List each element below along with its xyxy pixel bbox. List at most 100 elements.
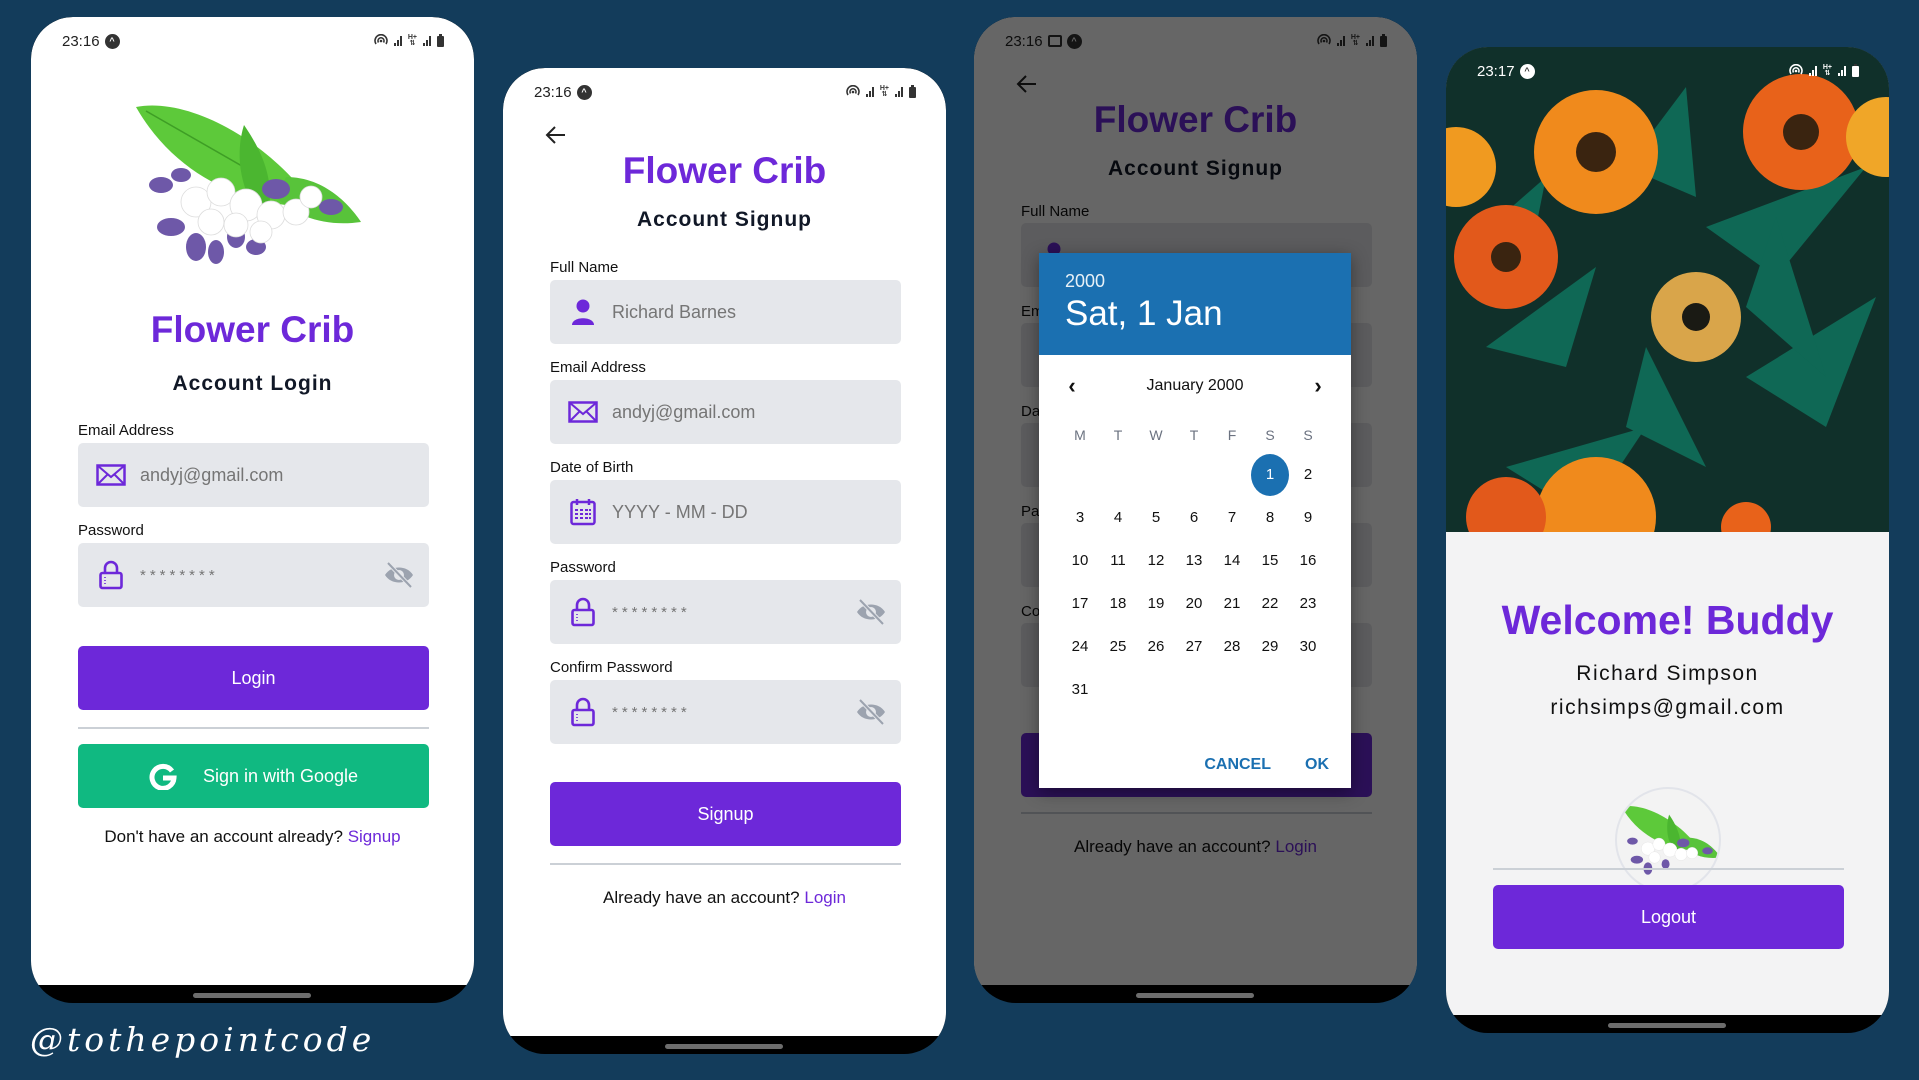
app-notification-icon: ^ (104, 33, 120, 49)
calendar-day[interactable]: 13 (1175, 539, 1213, 582)
calendar-day-number: 23 (1299, 595, 1317, 612)
calendar-day-number: 21 (1223, 595, 1241, 612)
next-month-icon[interactable]: › (1305, 373, 1331, 399)
calendar-day[interactable]: 30 (1289, 625, 1327, 668)
email-input[interactable] (612, 401, 901, 423)
email-input[interactable] (140, 464, 429, 486)
calendar-day[interactable]: 22 (1251, 582, 1289, 625)
prev-month-icon[interactable]: ‹ (1059, 373, 1085, 399)
calendar-day[interactable]: 21 (1213, 582, 1251, 625)
divider (550, 863, 901, 865)
calendar-day-number: 4 (1113, 509, 1123, 526)
calendar-day[interactable]: 9 (1289, 496, 1327, 539)
weekday-header: T (1189, 427, 1199, 443)
welcome-screen: 23:17 ^ H+ ⇅ Welcome! Buddy Richard Simps… (1446, 47, 1889, 1015)
page-subtitle: Account Login (172, 372, 333, 395)
calendar-day-number: 8 (1265, 509, 1275, 526)
lock-icon (568, 597, 598, 627)
calendar-day[interactable]: 15 (1251, 539, 1289, 582)
calendar-day-number: 1 (1251, 453, 1289, 496)
back-arrow-icon[interactable] (543, 122, 569, 148)
signup-link[interactable]: Signup (348, 827, 401, 846)
avatar (1615, 787, 1721, 893)
page-subtitle: Account Signup (637, 208, 812, 231)
fullname-input[interactable] (612, 301, 901, 323)
calendar-day[interactable]: 14 (1213, 539, 1251, 582)
lock-icon (96, 560, 126, 590)
calendar-day-number: 17 (1071, 595, 1089, 612)
eye-off-icon[interactable] (855, 697, 887, 727)
calendar-day[interactable]: 18 (1099, 582, 1137, 625)
weekday-header: S (1303, 427, 1313, 443)
calendar-day[interactable]: 8 (1251, 496, 1289, 539)
email-label: Email Address (550, 359, 646, 376)
calendar-day[interactable]: 20 (1175, 582, 1213, 625)
hotspot-icon (846, 85, 860, 96)
fullname-field[interactable] (550, 280, 901, 344)
calendar-day[interactable]: 29 (1251, 625, 1289, 668)
selected-year[interactable]: 2000 (1065, 271, 1351, 292)
ok-button[interactable]: OK (1305, 756, 1329, 774)
calendar-day[interactable]: 25 (1099, 625, 1137, 668)
confirm-password-field[interactable] (550, 680, 901, 744)
dob-label: Date of Birth (550, 459, 634, 476)
signal-icon (1838, 66, 1846, 76)
calendar-day[interactable]: 4 (1099, 496, 1137, 539)
calendar-day[interactable]: 17 (1061, 582, 1099, 625)
data-hplus-icon: H+⇅ (879, 85, 889, 98)
login-button[interactable]: Login (78, 646, 429, 710)
calendar-day[interactable]: 26 (1137, 625, 1175, 668)
calendar-day[interactable]: 6 (1175, 496, 1213, 539)
calendar-day-number: 6 (1189, 509, 1199, 526)
cancel-button[interactable]: CANCEL (1204, 756, 1271, 774)
calendar-day-number: 11 (1110, 552, 1126, 569)
calendar-day[interactable]: 31 (1061, 668, 1099, 711)
login-link[interactable]: Login (804, 888, 846, 907)
google-icon (149, 763, 177, 790)
eye-off-icon[interactable] (855, 597, 887, 627)
signup-button[interactable]: Signup (550, 782, 901, 846)
logout-button[interactable]: Logout (1493, 885, 1844, 949)
dob-input[interactable] (612, 501, 901, 523)
eye-off-icon[interactable] (383, 560, 415, 590)
dob-field[interactable] (550, 480, 901, 544)
home-indicator[interactable] (1136, 993, 1254, 998)
password-field[interactable] (550, 580, 901, 644)
calendar-day[interactable]: 2 (1289, 453, 1327, 496)
calendar-day[interactable]: 24 (1061, 625, 1099, 668)
calendar-day[interactable]: 28 (1213, 625, 1251, 668)
calendar-day[interactable]: 23 (1289, 582, 1327, 625)
calendar-day[interactable]: 7 (1213, 496, 1251, 539)
calendar-day-number: 10 (1071, 552, 1089, 569)
calendar-day[interactable]: 19 (1137, 582, 1175, 625)
calendar-day[interactable]: 11 (1099, 539, 1137, 582)
battery-icon (437, 33, 444, 47)
home-indicator[interactable] (665, 1044, 783, 1049)
calendar-day-number: 24 (1071, 638, 1089, 655)
calendar-day[interactable]: 12 (1137, 539, 1175, 582)
calendar-day[interactable]: 16 (1289, 539, 1327, 582)
calendar-day-number: 16 (1299, 552, 1317, 569)
calendar-day-selected[interactable]: 1 (1251, 453, 1289, 496)
login-prompt-text: Already have an account? (603, 888, 800, 907)
calendar-day[interactable]: 5 (1137, 496, 1175, 539)
flower-logo-image (136, 105, 361, 264)
calendar-day[interactable]: 27 (1175, 625, 1213, 668)
calendar-day-number: 3 (1075, 509, 1085, 526)
user-name: Richard Simpson (1576, 662, 1759, 685)
datepicker-screen: 23:16 ^ H+⇅ Flower Crib Account Signup F… (974, 17, 1417, 985)
user-email: richsimps@gmail.com (1550, 696, 1785, 719)
calendar-day[interactable]: 3 (1061, 496, 1099, 539)
calendar-icon (568, 497, 598, 527)
password-field[interactable] (78, 543, 429, 607)
home-indicator[interactable] (1608, 1023, 1726, 1028)
calendar-day[interactable]: 10 (1061, 539, 1099, 582)
email-field[interactable] (550, 380, 901, 444)
home-indicator[interactable] (193, 993, 311, 998)
login-prompt: Already have an account? Login (503, 888, 946, 908)
weekday-header: F (1227, 427, 1237, 443)
email-field[interactable] (78, 443, 429, 507)
google-signin-button[interactable]: Sign in with Google (78, 744, 429, 808)
flowers-hero-image (1446, 47, 1889, 532)
signup-prompt: Don't have an account already? Signup (31, 827, 474, 847)
